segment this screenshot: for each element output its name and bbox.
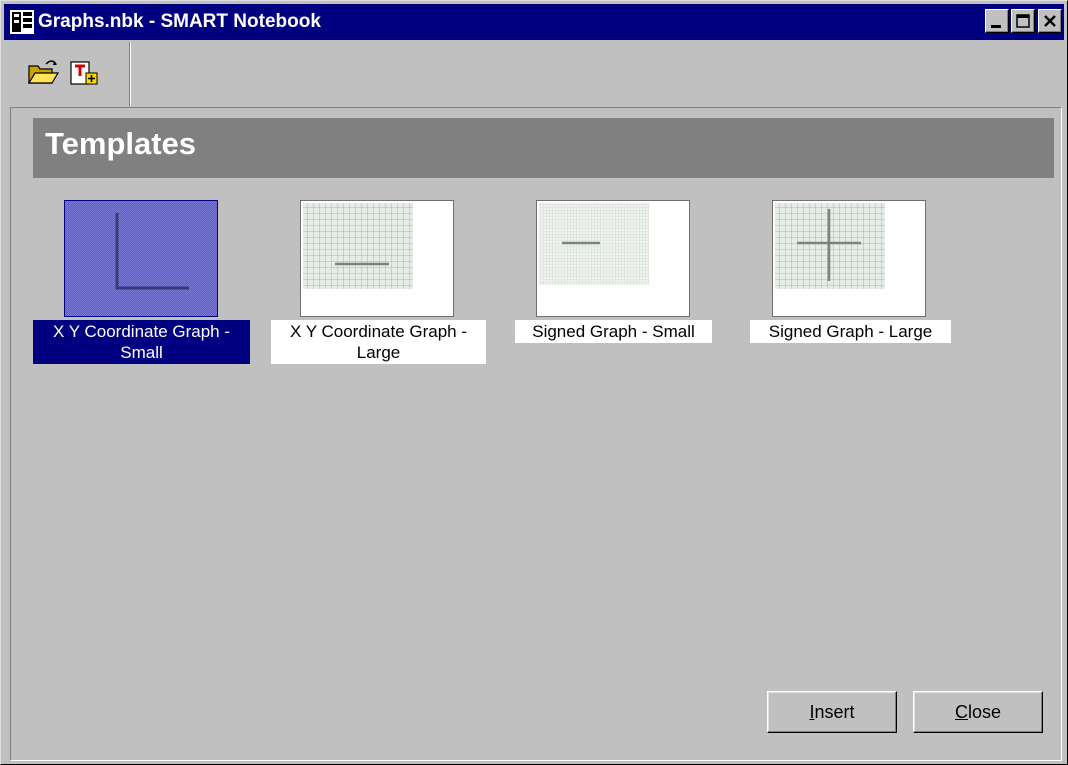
template-thumbnail	[536, 200, 690, 317]
signed-small-graph-icon	[537, 201, 689, 316]
xy-small-graph-icon	[65, 201, 217, 316]
template-xy-coordinate-large[interactable]: X Y Coordinate Graph - Large	[269, 200, 486, 380]
template-label: Signed Graph - Large	[750, 320, 951, 343]
notebook-window: Graphs.nbk - SMART Notebook Templates X …	[0, 0, 1068, 765]
maximize-icon	[1016, 14, 1030, 28]
notebook-app-icon	[10, 10, 34, 34]
insert-template-button[interactable]	[67, 56, 101, 88]
templates-header: Templates	[33, 118, 1054, 178]
template-thumbnail	[300, 200, 454, 317]
toolbar	[4, 42, 1064, 106]
templates-panel: Templates X Y Coordinate Graph - Small X…	[10, 107, 1062, 761]
close-icon	[1044, 15, 1056, 27]
title-bar[interactable]: Graphs.nbk - SMART Notebook	[4, 4, 1064, 40]
template-xy-coordinate-small[interactable]: X Y Coordinate Graph - Small	[33, 200, 250, 380]
template-thumbnail	[772, 200, 926, 317]
close-dialog-button[interactable]: Close	[913, 691, 1043, 733]
insert-button[interactable]: Insert	[767, 691, 897, 733]
template-signed-large[interactable]: Signed Graph - Large	[741, 200, 956, 380]
template-label: Signed Graph - Small	[515, 320, 712, 343]
template-thumbnail	[64, 200, 218, 317]
open-folder-icon	[27, 60, 60, 84]
xy-large-graph-icon	[301, 201, 453, 316]
maximize-button[interactable]	[1011, 9, 1035, 33]
insert-template-icon	[70, 61, 98, 85]
signed-large-graph-icon	[773, 201, 925, 316]
open-file-button[interactable]	[26, 56, 60, 88]
template-label: X Y Coordinate Graph - Small	[33, 320, 250, 364]
toolbar-divider	[129, 42, 131, 106]
window-title: Graphs.nbk - SMART Notebook	[38, 11, 321, 32]
close-button[interactable]	[1038, 9, 1062, 33]
template-label: X Y Coordinate Graph - Large	[271, 320, 486, 364]
minimize-button[interactable]	[985, 9, 1009, 33]
template-signed-small[interactable]: Signed Graph - Small	[505, 200, 720, 380]
minimize-icon	[991, 25, 1001, 28]
